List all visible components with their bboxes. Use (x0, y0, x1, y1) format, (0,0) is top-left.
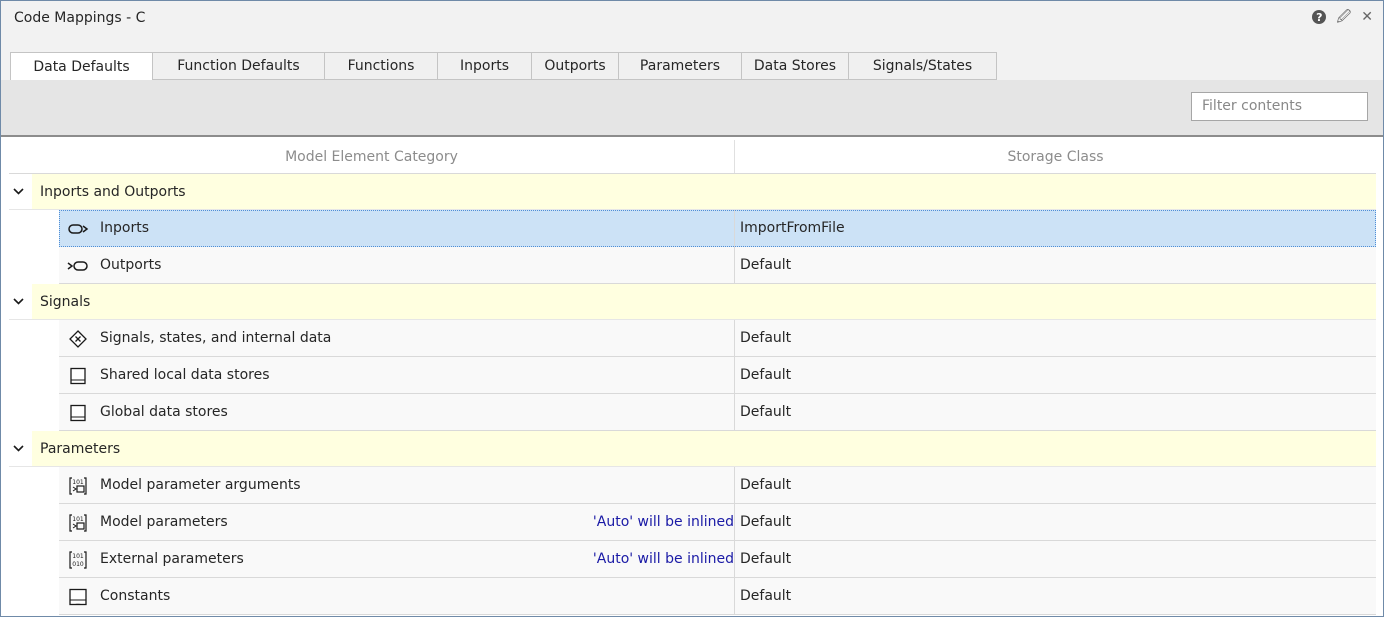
element-category-name: Constants (100, 588, 171, 604)
table-row[interactable]: .... Constants Default (9, 578, 1376, 615)
storage-class-value[interactable]: ImportFromFile (740, 220, 845, 236)
pin-icon[interactable]: 🖉 (1336, 10, 1351, 24)
element-category-name: Shared local data stores (100, 367, 270, 383)
table-header: Model Element Category Storage Class (9, 140, 1376, 174)
tab-data-stores[interactable]: Data Stores (742, 52, 849, 80)
tab-parameters[interactable]: Parameters (619, 52, 742, 80)
element-category-name: Inports (100, 220, 149, 236)
external-parameter-icon: 101 010 (67, 551, 89, 569)
model-parameter-icon: 101 (67, 514, 89, 532)
tab-functions[interactable]: Functions (325, 52, 438, 80)
svg-text:101: 101 (72, 553, 84, 560)
filter-input[interactable]: Filter contents (1191, 92, 1368, 121)
column-header-storage-class[interactable]: Storage Class (735, 149, 1376, 165)
group-band (32, 174, 1376, 209)
svg-text:....: .... (75, 600, 80, 605)
tab-bar: Data Defaults Function Defaults Functions I… (1, 37, 1383, 81)
table-row[interactable]: 101 Model parameters 'Auto' will be inline… (9, 504, 1376, 541)
tab-function-defaults[interactable]: Function Defaults (153, 52, 325, 80)
inline-note: 'Auto' will be inlined (592, 514, 734, 530)
element-category-name: Outports (100, 257, 162, 273)
group-label: Parameters (40, 441, 121, 457)
storage-class-value[interactable]: Default (740, 551, 791, 567)
chevron-down-icon[interactable] (12, 295, 25, 308)
element-category-name: Signals, states, and internal data (100, 330, 332, 346)
storage-class-value[interactable]: Default (740, 514, 791, 530)
storage-class-value[interactable]: Default (740, 588, 791, 604)
category-group[interactable]: Parameters (9, 431, 1376, 467)
data-store-icon (67, 404, 89, 422)
table-row[interactable]: 101 010 External parameters 'Auto' will be … (9, 541, 1376, 578)
close-icon[interactable]: ✕ (1361, 10, 1373, 24)
category-group[interactable]: Signals (9, 284, 1376, 320)
chevron-down-icon[interactable] (12, 185, 25, 198)
outport-icon (67, 257, 89, 275)
table-row[interactable]: Outports Default (9, 247, 1376, 284)
element-category-name: External parameters (100, 551, 244, 567)
constant-icon: .... (67, 588, 89, 606)
element-category-name: Model parameters (100, 514, 228, 530)
category-group[interactable]: Inports and Outports (9, 174, 1376, 210)
help-icon[interactable]: ? (1312, 10, 1327, 24)
signal-icon (67, 330, 89, 348)
title-bar: Code Mappings - C ? 🖉 ✕ (1, 1, 1383, 37)
table-row[interactable]: Shared local data stores Default (9, 357, 1376, 394)
svg-text:101: 101 (72, 516, 84, 523)
storage-class-value[interactable]: Default (740, 367, 791, 383)
group-band (32, 431, 1376, 466)
table-row[interactable]: 101 Model parameter arguments Default (9, 467, 1376, 504)
table-row[interactable]: Signals, states, and internal data Defaul… (9, 320, 1376, 357)
group-band (32, 284, 1376, 319)
tab-data-defaults[interactable]: Data Defaults (10, 52, 153, 81)
tab-inports[interactable]: Inports (438, 52, 532, 80)
tab-signals-states[interactable]: Signals/States (849, 52, 997, 80)
svg-text:101: 101 (72, 479, 84, 486)
storage-class-value[interactable]: Default (740, 477, 791, 493)
element-category-name: Global data stores (100, 404, 228, 420)
inport-icon (67, 220, 89, 238)
inline-note: 'Auto' will be inlined (592, 551, 734, 567)
storage-class-value[interactable]: Default (740, 330, 791, 346)
group-label: Inports and Outports (40, 184, 186, 200)
chevron-down-icon[interactable] (12, 442, 25, 455)
table-row[interactable]: Inports ImportFromFile (9, 210, 1376, 247)
storage-class-value[interactable]: Default (740, 404, 791, 420)
storage-class-value[interactable]: Default (740, 257, 791, 273)
svg-text:010: 010 (72, 561, 84, 568)
panel-title: Code Mappings - C (14, 10, 146, 26)
group-label: Signals (40, 294, 91, 310)
tab-outports[interactable]: Outports (532, 52, 619, 80)
table-row[interactable]: Global data stores Default (9, 394, 1376, 431)
data-store-icon (67, 367, 89, 385)
column-header-category[interactable]: Model Element Category (9, 149, 734, 165)
model-parameter-icon: 101 (67, 477, 89, 495)
mapping-table: Model Element Category Storage Class Inp… (9, 140, 1376, 615)
element-category-name: Model parameter arguments (100, 477, 301, 493)
code-mappings-panel: Code Mappings - C ? 🖉 ✕ Data Defaults Fun… (0, 0, 1384, 617)
toolbar: Filter contents (1, 80, 1383, 137)
